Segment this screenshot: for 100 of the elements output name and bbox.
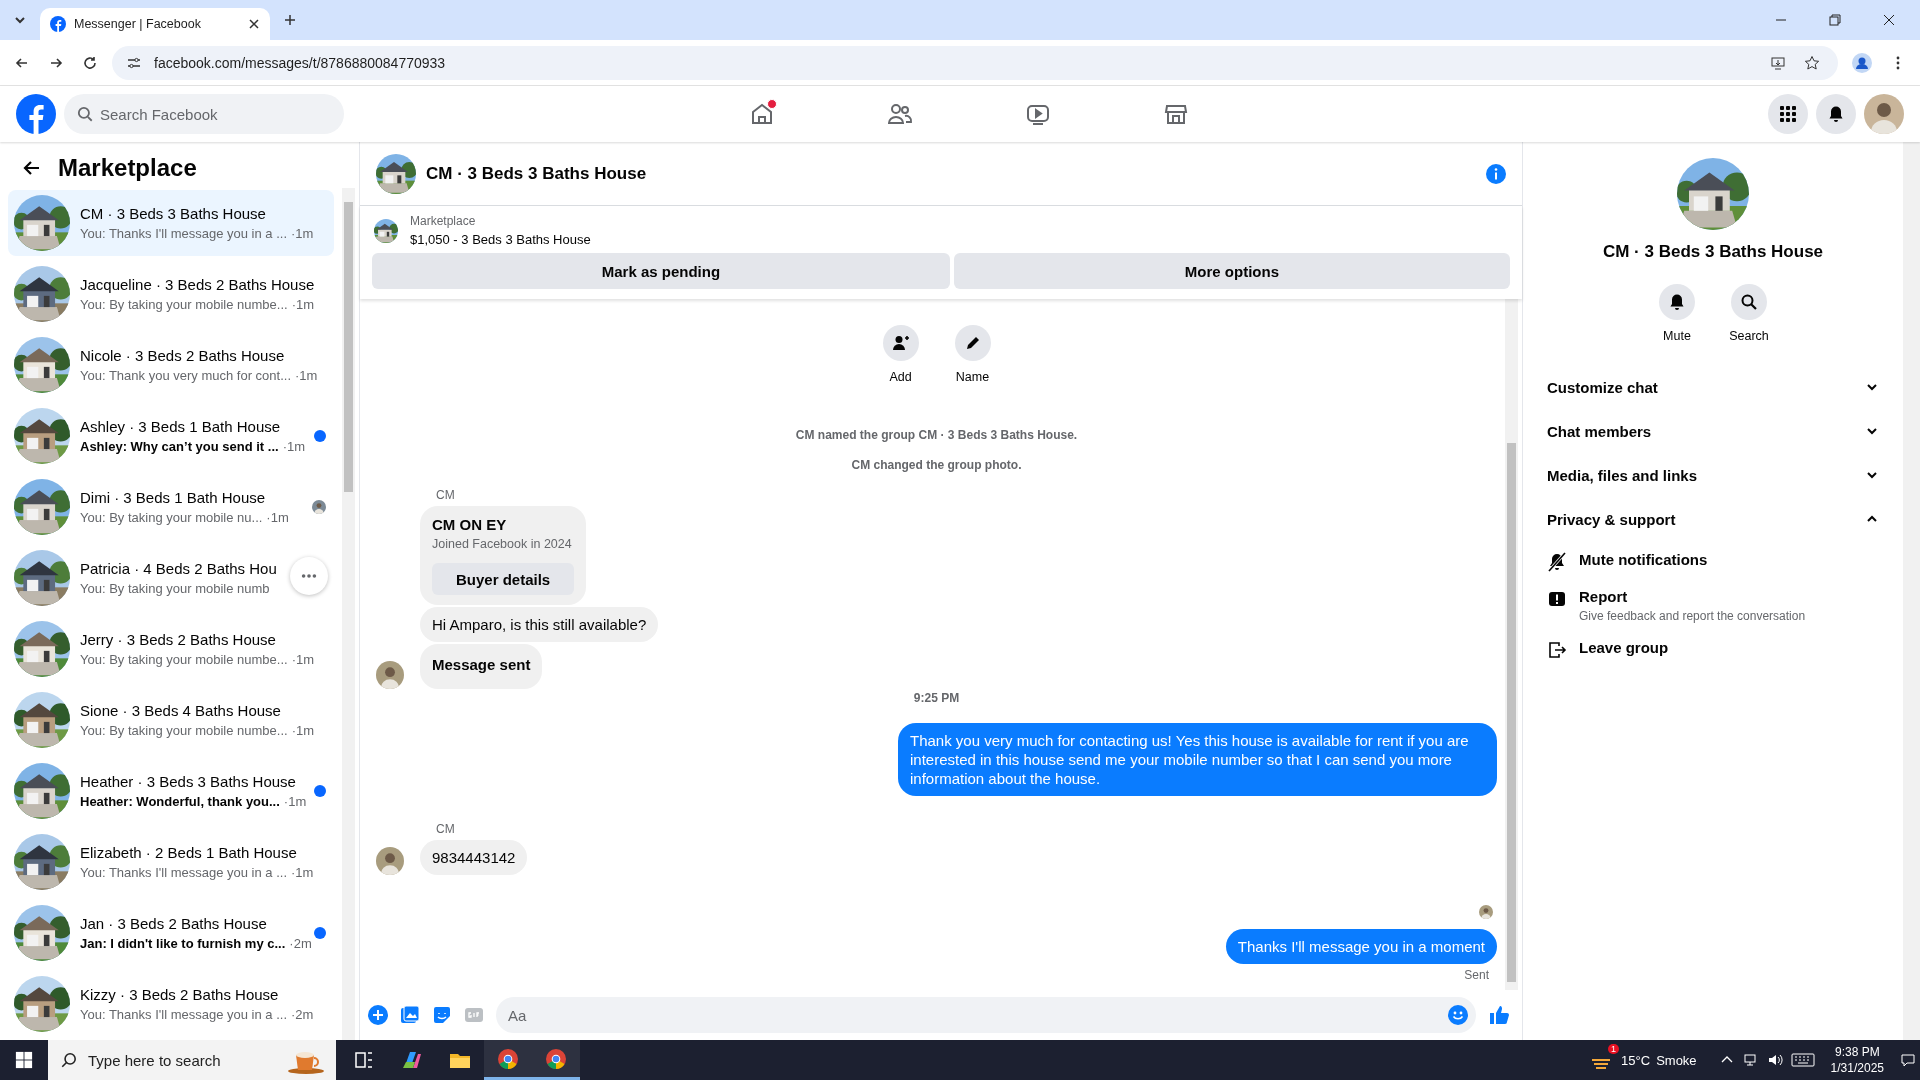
buyer-name: CM ON EY bbox=[432, 516, 508, 533]
scrollbar[interactable] bbox=[342, 188, 355, 1040]
conversation-item[interactable]: Patricia · 4 Beds 2 Baths Hou You: By taking your mobile numb bbox=[8, 545, 334, 611]
add-person-icon bbox=[891, 334, 910, 352]
conversation-title: Patricia · 4 Beds 2 Baths Hou bbox=[80, 560, 278, 577]
chat-name: CM · 3 Beds 3 Baths House bbox=[1602, 242, 1824, 262]
bell-icon bbox=[1668, 293, 1686, 311]
message-bubble: Hi Amparo, is this still available? bbox=[420, 607, 659, 642]
bell-icon bbox=[1827, 105, 1845, 123]
conversation-title: Nicole · 3 Beds 2 Baths House bbox=[80, 347, 286, 364]
unread-dot bbox=[314, 430, 326, 442]
temperature: 15°C bbox=[1621, 1052, 1651, 1068]
section-header[interactable]: Chat members bbox=[1539, 409, 1887, 453]
menu-item[interactable]: Mute notifications bbox=[1539, 541, 1887, 578]
conversation-title: Heather · 3 Beds 3 Baths House bbox=[80, 773, 297, 790]
search-field[interactable]: Search Facebook bbox=[64, 94, 344, 134]
unread-dot bbox=[314, 927, 326, 939]
conversation-item[interactable]: Heather · 3 Beds 3 Baths House Heather: Wonderful, thank you... ·1m bbox=[8, 758, 334, 824]
image-icon[interactable] bbox=[400, 1005, 420, 1025]
message-time: ·1m bbox=[291, 723, 315, 738]
search-button[interactable] bbox=[1731, 284, 1767, 320]
message-time: ·1m bbox=[291, 226, 314, 241]
conversation-item[interactable]: Jerry · 3 Beds 2 Baths House You: By taking your mobile numbe... ·1m bbox=[8, 616, 334, 682]
system-message: CM named the group CM · 3 Beds 3 Baths House. bbox=[795, 428, 1078, 442]
rename-button[interactable] bbox=[954, 325, 991, 361]
conversation-item[interactable]: Jan · 3 Beds 2 Baths House Jan: I didn't like to furnish my c... ·2m bbox=[8, 900, 334, 966]
message-field[interactable]: Aa bbox=[496, 997, 1476, 1033]
browser-icon[interactable] bbox=[532, 1040, 580, 1080]
search-icon bbox=[1740, 293, 1758, 311]
buyer-joined: Joined Facebook in 2024 bbox=[432, 537, 573, 551]
message-preview: You: Thanks I'll message you in a ... bbox=[80, 1007, 287, 1022]
message-preview: Jan: I didn't like to furnish my c... bbox=[80, 936, 286, 951]
taskbar-search-field[interactable]: Type here to search bbox=[48, 1040, 336, 1080]
message-time: ·1m bbox=[291, 297, 315, 312]
message-bubble: Thanks I'll message you in a moment bbox=[1225, 929, 1497, 964]
conversation-title: CM · 3 Beds 3 Baths House bbox=[80, 205, 267, 222]
conversation-item[interactable]: Elizabeth · 2 Beds 1 Bath House You: Thanks I'll message you in a ... ·1m bbox=[8, 829, 334, 895]
conversation-title: Kizzy · 3 Beds 2 Baths House bbox=[80, 986, 280, 1003]
conversation-title: Jan · 3 Beds 2 Baths House bbox=[80, 915, 268, 932]
conversation-title: Jacqueline · 3 Beds 2 Baths House bbox=[80, 276, 315, 293]
scrollbar[interactable] bbox=[1903, 142, 1920, 1040]
scrollbar[interactable] bbox=[1505, 299, 1518, 990]
conversation-item[interactable]: Nicole · 3 Beds 2 Baths House You: Thank you very much for cont... ·1m bbox=[8, 332, 334, 398]
section-header[interactable]: Privacy & support bbox=[1539, 497, 1887, 541]
message-bubble: Thank you very much for contacting us! Yes this house is available for rent if you are interested in this house send me your mobile number so that I can send you more information about the house. bbox=[898, 723, 1497, 796]
apps-button[interactable] bbox=[1768, 94, 1808, 134]
emoji-icon[interactable] bbox=[1448, 1005, 1468, 1025]
message-preview: You: Thank you very much for cont... bbox=[80, 368, 291, 383]
plus-icon[interactable] bbox=[368, 1005, 388, 1025]
browser-icon[interactable] bbox=[484, 1040, 532, 1080]
thumbs-up-icon[interactable] bbox=[1488, 1004, 1510, 1026]
unread-dot bbox=[314, 785, 326, 797]
menu-item[interactable]: Report Give feedback and report the conversation bbox=[1539, 578, 1887, 629]
conversation-item[interactable]: Jacqueline · 3 Beds 2 Baths House You: By taking your mobile numbe... ·1m bbox=[8, 261, 334, 327]
chat-title: CM · 3 Beds 3 Baths House bbox=[426, 163, 647, 184]
search-icon bbox=[76, 105, 94, 123]
conversation-title: Ashley · 3 Beds 1 Bath House bbox=[80, 418, 282, 435]
message-bubble: 9834443142 bbox=[420, 840, 528, 875]
sender-name: CM bbox=[436, 488, 456, 502]
message-time: ·1m bbox=[283, 794, 307, 809]
conversation-item[interactable]: Sione · 3 Beds 4 Baths House You: By taking your mobile numbe... ·1m bbox=[8, 687, 334, 753]
message-timestamp: 9:25 PM bbox=[913, 691, 960, 705]
close-tab-icon[interactable] bbox=[248, 18, 260, 30]
address-field[interactable]: facebook.com/messages/t/8786880084770933 bbox=[112, 45, 1838, 80]
conversation-item[interactable]: Kizzy · 3 Beds 2 Baths House You: Thanks I'll message you in a ... ·2m bbox=[8, 971, 334, 1037]
section-header[interactable]: Media, files and links bbox=[1539, 453, 1887, 497]
conversation-title: Elizabeth · 2 Beds 1 Bath House bbox=[80, 844, 298, 861]
conversation-item[interactable]: Ashley · 3 Beds 1 Bath House Ashley: Why can’t you send it ... ·1m bbox=[8, 403, 334, 469]
message-time: ·2m bbox=[289, 936, 312, 951]
message-time: ·1m bbox=[295, 368, 318, 383]
conversation-item[interactable]: Dimi · 3 Beds 1 Bath House You: By taking your mobile nu... ·1m bbox=[8, 474, 334, 540]
listing-button[interactable]: More options bbox=[953, 253, 1510, 289]
listing-label: Marketplace bbox=[410, 214, 477, 228]
menu-item[interactable]: Leave group bbox=[1539, 629, 1887, 666]
listing-button[interactable]: Mark as pending bbox=[372, 253, 950, 289]
mute-button[interactable] bbox=[1659, 284, 1695, 320]
clock[interactable]: 9:38 PM 1/31/2025 bbox=[1818, 1044, 1896, 1076]
browser-tab[interactable]: Messenger | Facebook bbox=[40, 8, 270, 40]
action-label: Name bbox=[955, 370, 990, 384]
message-preview: You: By taking your mobile numbe... bbox=[80, 652, 288, 667]
buyer-details-button[interactable]: Buyer details bbox=[432, 563, 575, 595]
weather-alert-badge: 1 bbox=[1608, 1044, 1620, 1054]
sidebar-title: Marketplace bbox=[58, 154, 197, 182]
message-time: ·1m bbox=[291, 652, 315, 667]
message-bubble: Message sent bbox=[420, 644, 543, 689]
logo-icon[interactable] bbox=[16, 94, 56, 134]
action-label: Search bbox=[1729, 329, 1769, 343]
action-label: Mute bbox=[1663, 329, 1691, 343]
exit-icon bbox=[1547, 640, 1567, 660]
alert-icon bbox=[1547, 589, 1567, 609]
conversation-item[interactable]: CM · 3 Beds 3 Baths House You: Thanks I'll message you in a ... ·1m bbox=[8, 190, 334, 256]
section-header[interactable]: Customize chat bbox=[1539, 365, 1887, 409]
add-person-button[interactable] bbox=[882, 325, 919, 361]
message-time: ·1m bbox=[291, 865, 314, 880]
more-icon bbox=[300, 573, 318, 579]
sticker-icon[interactable] bbox=[432, 1005, 452, 1025]
notifications-button[interactable] bbox=[1816, 94, 1856, 134]
system-message: CM changed the group photo. bbox=[851, 458, 1022, 472]
message-time: ·1m bbox=[282, 439, 306, 454]
info-icon[interactable] bbox=[1486, 163, 1506, 184]
